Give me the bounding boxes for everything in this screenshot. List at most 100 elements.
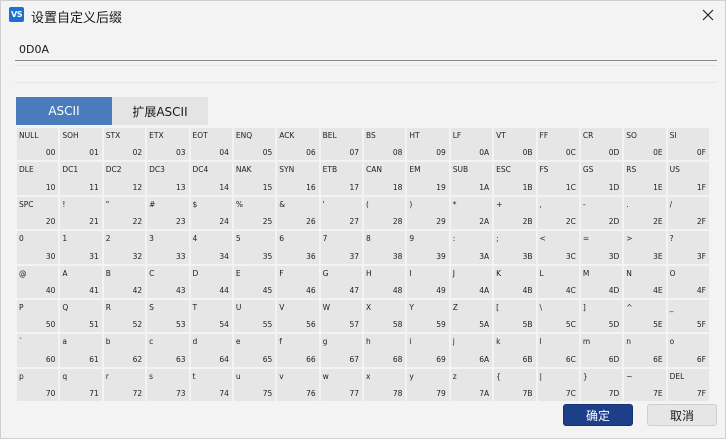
ascii-cell[interactable]: D 44 xyxy=(189,264,233,299)
ascii-cell[interactable]: RS 1E xyxy=(623,161,667,196)
ascii-cell[interactable]: 8 38 xyxy=(363,230,407,265)
ascii-cell[interactable]: 3 33 xyxy=(146,230,190,265)
ascii-cell[interactable]: EM 19 xyxy=(406,161,450,196)
ascii-cell[interactable]: DC4 14 xyxy=(189,161,233,196)
ok-button[interactable]: 确定 xyxy=(563,404,633,426)
ascii-cell[interactable]: i 69 xyxy=(406,333,450,368)
ascii-cell[interactable]: t 74 xyxy=(189,367,233,403)
ascii-cell[interactable]: EOT 04 xyxy=(189,127,233,162)
ascii-cell[interactable]: DC1 11 xyxy=(59,161,103,196)
ascii-cell[interactable]: ETX 03 xyxy=(146,127,190,162)
ascii-cell[interactable]: = 3D xyxy=(579,230,624,265)
ascii-cell[interactable]: , 2C xyxy=(536,195,580,231)
ascii-cell[interactable]: FS 1C xyxy=(536,161,580,196)
ascii-cell[interactable]: p 70 xyxy=(16,367,60,403)
close-button[interactable] xyxy=(695,3,721,27)
ascii-cell[interactable]: x 78 xyxy=(363,367,407,403)
ascii-cell[interactable]: & 26 xyxy=(276,195,320,231)
ascii-cell[interactable]: ESC 1B xyxy=(493,161,537,196)
ascii-cell[interactable]: W 57 xyxy=(319,298,363,334)
ascii-cell[interactable]: y 79 xyxy=(406,367,450,403)
ascii-cell[interactable]: u 75 xyxy=(232,367,277,403)
ascii-cell[interactable]: SO 0E xyxy=(623,127,667,162)
ascii-cell[interactable]: : 3A xyxy=(449,230,494,265)
ascii-cell[interactable]: s 73 xyxy=(146,367,190,403)
ascii-cell[interactable]: I 49 xyxy=(406,264,450,299)
ascii-cell[interactable]: l 6C xyxy=(536,333,580,368)
ascii-cell[interactable]: SPC 20 xyxy=(16,195,60,231)
tab-ascii[interactable]: ASCII xyxy=(16,97,112,125)
ascii-cell[interactable]: T 54 xyxy=(189,298,233,334)
ascii-cell[interactable]: - 2D xyxy=(579,195,624,231)
ascii-cell[interactable]: J 4A xyxy=(449,264,494,299)
ascii-cell[interactable]: % 25 xyxy=(232,195,277,231)
ascii-cell[interactable]: 9 39 xyxy=(406,230,450,265)
ascii-cell[interactable]: #23 xyxy=(146,195,190,231)
ascii-cell[interactable]: n 6E xyxy=(623,333,667,368)
ascii-cell[interactable]: $24 xyxy=(189,195,233,231)
ascii-cell[interactable]: LF 0A xyxy=(449,127,494,162)
tab-extended-ascii[interactable]: 扩展ASCII xyxy=(112,97,208,125)
ascii-cell[interactable]: U 55 xyxy=(232,298,277,334)
ascii-cell[interactable]: B 42 xyxy=(102,264,147,299)
ascii-cell[interactable]: DC2 12 xyxy=(102,161,147,196)
ascii-cell[interactable]: a 61 xyxy=(59,333,103,368)
ascii-cell[interactable]: Q 51 xyxy=(59,298,103,334)
ascii-cell[interactable]: v 76 xyxy=(276,367,320,403)
ascii-cell[interactable]: S 53 xyxy=(146,298,190,334)
ascii-cell[interactable]: ? 3F xyxy=(666,230,710,265)
ascii-cell[interactable]: CAN 18 xyxy=(363,161,407,196)
ascii-cell[interactable]: <3C xyxy=(536,230,580,265)
ascii-cell[interactable]: ACK 06 xyxy=(276,127,320,162)
ascii-cell[interactable]: H 48 xyxy=(363,264,407,299)
ascii-cell[interactable]: BEL 07 xyxy=(319,127,363,162)
ascii-cell[interactable]: _ 5F xyxy=(666,298,710,334)
ascii-cell[interactable]: c 63 xyxy=(146,333,190,368)
ascii-cell[interactable]: G 47 xyxy=(319,264,363,299)
ascii-cell[interactable]: 0 30 xyxy=(16,230,60,265)
ascii-cell[interactable]: CR 0D xyxy=(579,127,624,162)
ascii-cell[interactable]: HT 09 xyxy=(406,127,450,162)
ascii-cell[interactable]: R 52 xyxy=(102,298,147,334)
cancel-button[interactable]: 取消 xyxy=(647,404,717,426)
ascii-cell[interactable]: j 6A xyxy=(449,333,494,368)
ascii-cell[interactable]: STX 02 xyxy=(102,127,147,162)
ascii-cell[interactable]: L 4C xyxy=(536,264,580,299)
ascii-cell[interactable]: DEL 7F xyxy=(666,367,710,403)
ascii-cell[interactable]: " 22 xyxy=(102,195,147,231)
ascii-cell[interactable]: ` 60 xyxy=(16,333,60,368)
ascii-cell[interactable]: NULL 00 xyxy=(16,127,60,162)
ascii-cell[interactable]: d 64 xyxy=(189,333,233,368)
ascii-cell[interactable]: ~7E xyxy=(623,367,667,403)
ascii-cell[interactable]: P 50 xyxy=(16,298,60,334)
ascii-cell[interactable]: . 2E xyxy=(623,195,667,231)
ascii-cell[interactable]: US 1F xyxy=(666,161,710,196)
ascii-cell[interactable]: } 7D xyxy=(579,367,624,403)
ascii-cell[interactable]: g 67 xyxy=(319,333,363,368)
ascii-cell[interactable]: * 2A xyxy=(449,195,494,231)
ascii-cell[interactable]: SYN 16 xyxy=(276,161,320,196)
ascii-cell[interactable]: X 58 xyxy=(363,298,407,334)
ascii-cell[interactable]: ] 5D xyxy=(579,298,624,334)
ascii-cell[interactable]: 5 35 xyxy=(232,230,277,265)
ascii-cell[interactable]: ETB 17 xyxy=(319,161,363,196)
ascii-cell[interactable]: q 71 xyxy=(59,367,103,403)
ascii-cell[interactable]: N 4E xyxy=(623,264,667,299)
ascii-cell[interactable]: O 4F xyxy=(666,264,710,299)
ascii-cell[interactable]: Y 59 xyxy=(406,298,450,334)
ascii-cell[interactable]: E 45 xyxy=(232,264,277,299)
ascii-cell[interactable]: SOH 01 xyxy=(59,127,103,162)
ascii-cell[interactable]: / 2F xyxy=(666,195,710,231)
ascii-cell[interactable]: SUB 1A xyxy=(449,161,494,196)
ascii-cell[interactable]: A 41 xyxy=(59,264,103,299)
ascii-cell[interactable]: ; 3B xyxy=(493,230,537,265)
ascii-cell[interactable]: C 43 xyxy=(146,264,190,299)
suffix-input[interactable] xyxy=(15,39,717,61)
ascii-cell[interactable]: w 77 xyxy=(319,367,363,403)
ascii-cell[interactable]: K 4B xyxy=(493,264,537,299)
ascii-cell[interactable]: DLE 10 xyxy=(16,161,60,196)
ascii-cell[interactable]: b 62 xyxy=(102,333,147,368)
ascii-cell[interactable]: 2 32 xyxy=(102,230,147,265)
ascii-cell[interactable]: NAK 15 xyxy=(232,161,277,196)
ascii-cell[interactable]: 1 31 xyxy=(59,230,103,265)
